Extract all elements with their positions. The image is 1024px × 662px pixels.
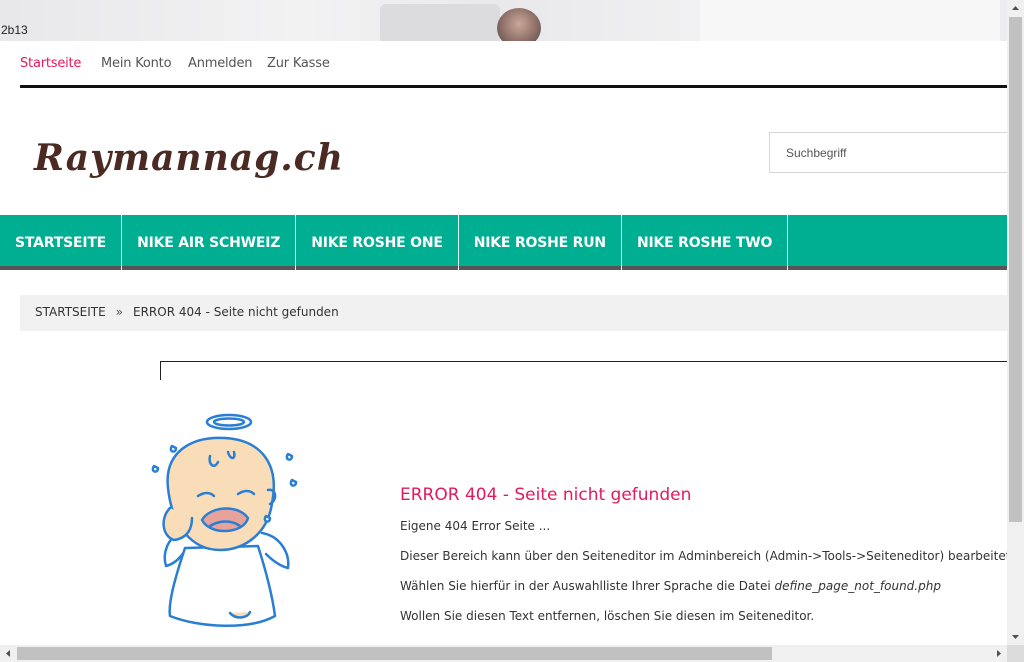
vertical-scrollbar-thumb[interactable] [1009,17,1022,522]
breadcrumb-separator: » [115,305,124,319]
scroll-right-arrow-icon[interactable] [990,645,1007,662]
topnav-mein-konto-link[interactable]: Mein Konto [101,56,172,71]
scrollbar-corner [1007,645,1024,662]
error-title: ERROR 404 - Seite nicht gefunden [400,485,692,505]
scroll-left-arrow-icon[interactable] [0,645,17,662]
error-paragraph-3-text: Wählen Sie hierfür in der Auswahlliste I… [400,579,775,593]
error-paragraph-3: Wählen Sie hierfür in der Auswahlliste I… [400,579,941,593]
menu-item-startseite[interactable]: STARTSEITE [0,215,123,270]
top-identifier-text: 2b13 [1,23,28,37]
menu-item-nike-air-schweiz[interactable]: NIKE AIR SCHWEIZ [122,215,297,270]
topnav-startseite-link[interactable]: Startseite [20,56,81,71]
topnav-zur-kasse-link[interactable]: Zur Kasse [267,56,330,71]
error-paragraph-3-filename: define_page_not_found.php [774,579,941,593]
menu-item-nike-roshe-run[interactable]: NIKE ROSHE RUN [459,215,622,270]
horizontal-scrollbar-thumb[interactable] [17,647,772,660]
menu-item-nike-roshe-one[interactable]: NIKE ROSHE ONE [296,215,459,270]
scroll-down-arrow-icon[interactable] [1007,628,1024,645]
site-logo[interactable]: Raymannag.ch [34,137,344,179]
topnav-anmelden-link[interactable]: Anmelden [188,56,252,71]
crying-baby-icon [151,413,298,627]
vertical-scrollbar[interactable] [1007,0,1024,645]
horizontal-scrollbar[interactable] [0,645,1007,662]
error-paragraph-1: Eigene 404 Error Seite ... [400,519,551,533]
menu-item-nike-roshe-two[interactable]: NIKE ROSHE TWO [622,215,789,270]
search-input[interactable] [769,132,1007,173]
main-menu: STARTSEITE NIKE AIR SCHWEIZ NIKE ROSHE O… [0,215,1007,270]
content-box-border [160,361,1007,380]
header-background-image [0,0,1007,41]
breadcrumb-home-link[interactable]: STARTSEITE [35,305,106,319]
page-viewport: 2b13 Startseite Mein Konto Anmelden Zur … [0,0,1007,645]
error-paragraph-4: Wollen Sie diesen Text entfernen, lösche… [400,609,815,623]
error-paragraph-2: Dieser Bereich kann über den Seitenedito… [400,549,1007,563]
breadcrumb-current: ERROR 404 - Seite nicht gefunden [133,305,339,319]
top-navigation: Startseite Mein Konto Anmelden Zur Kasse [20,41,1007,88]
breadcrumb: STARTSEITE » ERROR 404 - Seite nicht gefun… [20,295,1007,331]
scroll-up-arrow-icon[interactable] [1007,0,1024,17]
